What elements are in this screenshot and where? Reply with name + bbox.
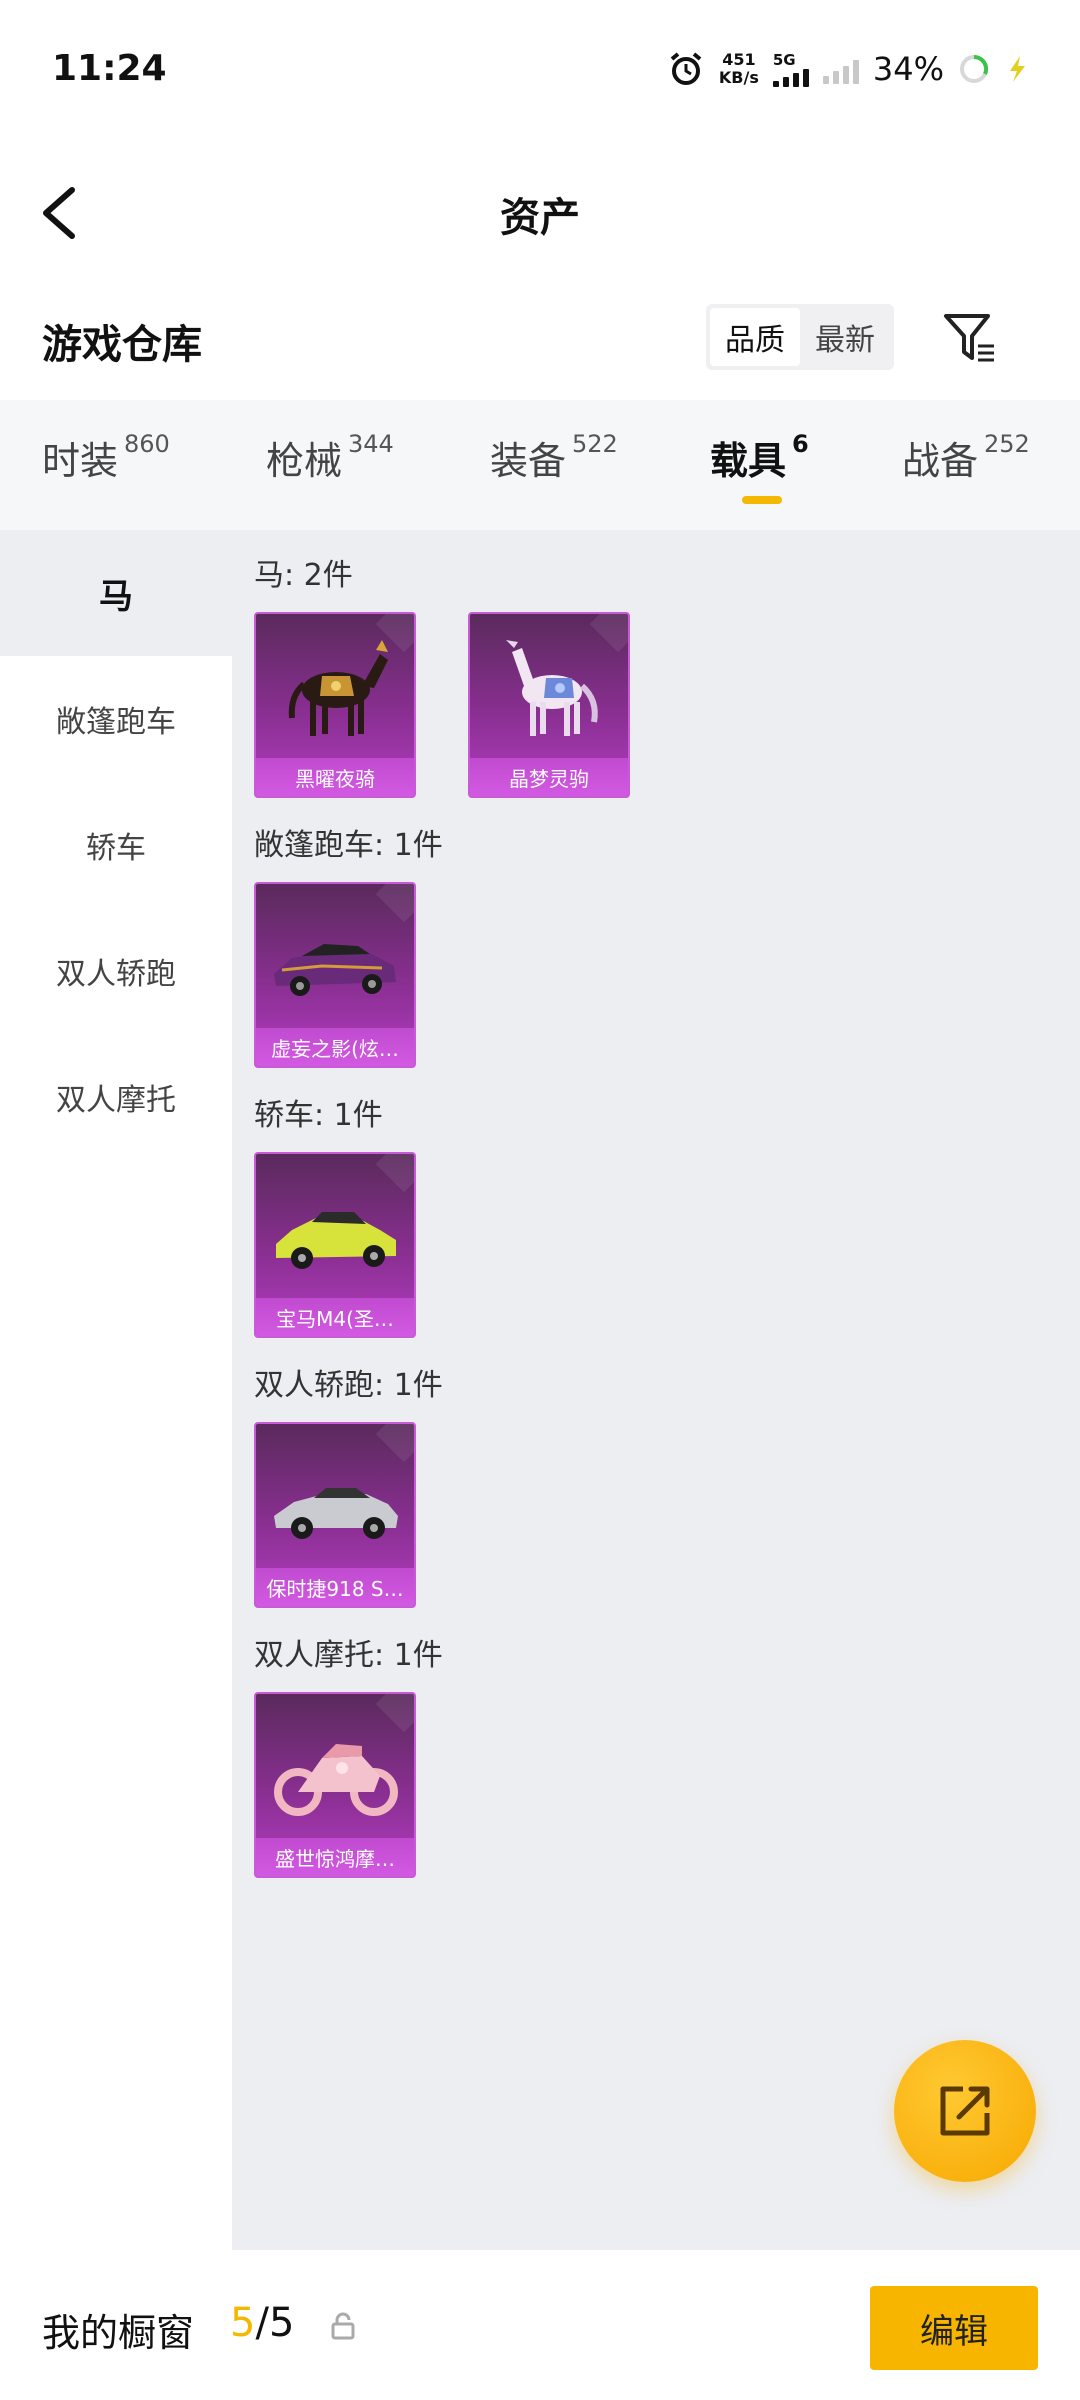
lock-icon bbox=[331, 2312, 355, 2340]
coupe-car-icon bbox=[274, 1488, 398, 1539]
net-speed-unit: KB/s bbox=[718, 68, 759, 87]
side-item-sedan[interactable]: 轿车 bbox=[0, 782, 232, 908]
tab-fashion[interactable]: 时装 860 bbox=[42, 430, 170, 485]
motorcycle-icon bbox=[274, 1744, 398, 1816]
crystal-horse-icon bbox=[506, 640, 598, 736]
network-gen: 5G bbox=[772, 51, 796, 69]
showcase-sep: / bbox=[255, 2300, 269, 2346]
signal-weak-icon bbox=[822, 54, 859, 84]
showcase-bar: 我的橱窗 5/5 编辑 bbox=[0, 2250, 1080, 2400]
share-export-icon bbox=[940, 2086, 990, 2136]
showcase-current: 5 bbox=[230, 2300, 256, 2346]
item-name: 虚妄之影(炫… bbox=[256, 1028, 414, 1066]
status-time: 11:24 bbox=[52, 48, 167, 89]
status-bar: 11:24 451 KB/s 5G 34% bbox=[0, 0, 1080, 140]
net-speed: 451 KB/s bbox=[719, 51, 759, 87]
tab-label: 装备 bbox=[490, 439, 567, 483]
tab-count: 522 bbox=[572, 430, 618, 458]
filter-icon[interactable] bbox=[940, 308, 1000, 368]
net-speed-value: 451 bbox=[722, 50, 756, 69]
convertible-car-icon bbox=[274, 944, 396, 996]
tab-equipment[interactable]: 装备 522 bbox=[490, 430, 618, 485]
showcase-label: 我的橱窗 bbox=[42, 2311, 195, 2355]
share-button[interactable] bbox=[894, 2040, 1036, 2182]
status-indicators: 451 KB/s 5G 34% bbox=[667, 50, 1030, 88]
sort-toggle: 品质 最新 bbox=[706, 304, 894, 370]
sort-newest-button[interactable]: 最新 bbox=[800, 308, 890, 366]
battery-percent: 34% bbox=[872, 50, 944, 88]
tab-count: 344 bbox=[348, 430, 394, 458]
item-card[interactable]: 虚妄之影(炫… bbox=[254, 882, 416, 1068]
tab-count: 6 bbox=[792, 430, 809, 458]
warehouse-title: 游戏仓库 bbox=[42, 322, 202, 368]
showcase-count: 5/5 bbox=[230, 2300, 294, 2346]
group-title-convertible: 敞篷跑车: 1件 bbox=[254, 828, 443, 863]
signal-strong-icon bbox=[772, 69, 809, 87]
dark-horse-icon bbox=[288, 640, 388, 736]
side-item-horse[interactable]: 马 bbox=[0, 530, 232, 656]
item-name: 盛世惊鸿摩… bbox=[256, 1838, 414, 1876]
item-card[interactable]: 黑曜夜骑 bbox=[254, 612, 416, 798]
sort-quality-button[interactable]: 品质 bbox=[710, 308, 800, 366]
category-tabs: 时装 860 枪械 344 装备 522 载具 6 战备 252 bbox=[0, 400, 1080, 530]
side-item-coupe[interactable]: 双人轿跑 bbox=[0, 908, 232, 1034]
group-title-sedan: 轿车: 1件 bbox=[254, 1098, 383, 1133]
group-title-horse: 马: 2件 bbox=[254, 558, 353, 593]
tab-guns[interactable]: 枪械 344 bbox=[266, 430, 394, 485]
sedan-car-icon bbox=[276, 1212, 396, 1269]
tab-label: 战备 bbox=[902, 439, 979, 483]
side-item-motorcycle[interactable]: 双人摩托 bbox=[0, 1034, 232, 1160]
tab-count: 252 bbox=[984, 430, 1030, 458]
item-card[interactable]: 晶梦灵驹 bbox=[468, 612, 630, 798]
item-card[interactable]: 盛世惊鸿摩… bbox=[254, 1692, 416, 1878]
alarm-clock-icon bbox=[670, 52, 702, 85]
item-name: 宝马M4(圣… bbox=[256, 1298, 414, 1336]
tab-count: 860 bbox=[124, 430, 170, 458]
tab-vehicles[interactable]: 载具 6 bbox=[710, 430, 809, 485]
item-name: 黑曜夜骑 bbox=[256, 758, 414, 796]
tab-label: 时装 bbox=[42, 439, 119, 483]
edit-button[interactable]: 编辑 bbox=[870, 2286, 1038, 2370]
group-title-coupe: 双人轿跑: 1件 bbox=[254, 1368, 443, 1403]
warehouse-row: 游戏仓库 品质 最新 bbox=[0, 290, 1080, 400]
item-card[interactable]: 保时捷918 S… bbox=[254, 1422, 416, 1608]
group-title-motorcycle: 双人摩托: 1件 bbox=[254, 1638, 443, 1673]
item-grid: 马: 2件 黑曜夜骑 晶梦灵驹 敞篷跑车: 1件 虚妄之影(炫… 轿车: 1件 … bbox=[232, 530, 1080, 2250]
active-tab-underline bbox=[742, 496, 782, 504]
page-title: 资产 bbox=[500, 195, 580, 241]
app-header: 资产 bbox=[0, 140, 1080, 290]
showcase-total: 5 bbox=[268, 2300, 295, 2346]
tab-label: 载具 bbox=[710, 439, 787, 483]
side-item-convertible[interactable]: 敞篷跑车 bbox=[0, 656, 232, 782]
tab-label: 枪械 bbox=[266, 439, 343, 483]
item-name: 保时捷918 S… bbox=[256, 1568, 414, 1606]
tab-battle-gear[interactable]: 战备 252 bbox=[902, 430, 1030, 485]
sub-category-nav: 马 敞篷跑车 轿车 双人轿跑 双人摩托 bbox=[0, 530, 232, 2250]
battery-ring-icon bbox=[960, 54, 989, 83]
charging-bolt-icon bbox=[1010, 56, 1025, 82]
item-name: 晶梦灵驹 bbox=[470, 758, 628, 796]
item-card[interactable]: 宝马M4(圣… bbox=[254, 1152, 416, 1338]
